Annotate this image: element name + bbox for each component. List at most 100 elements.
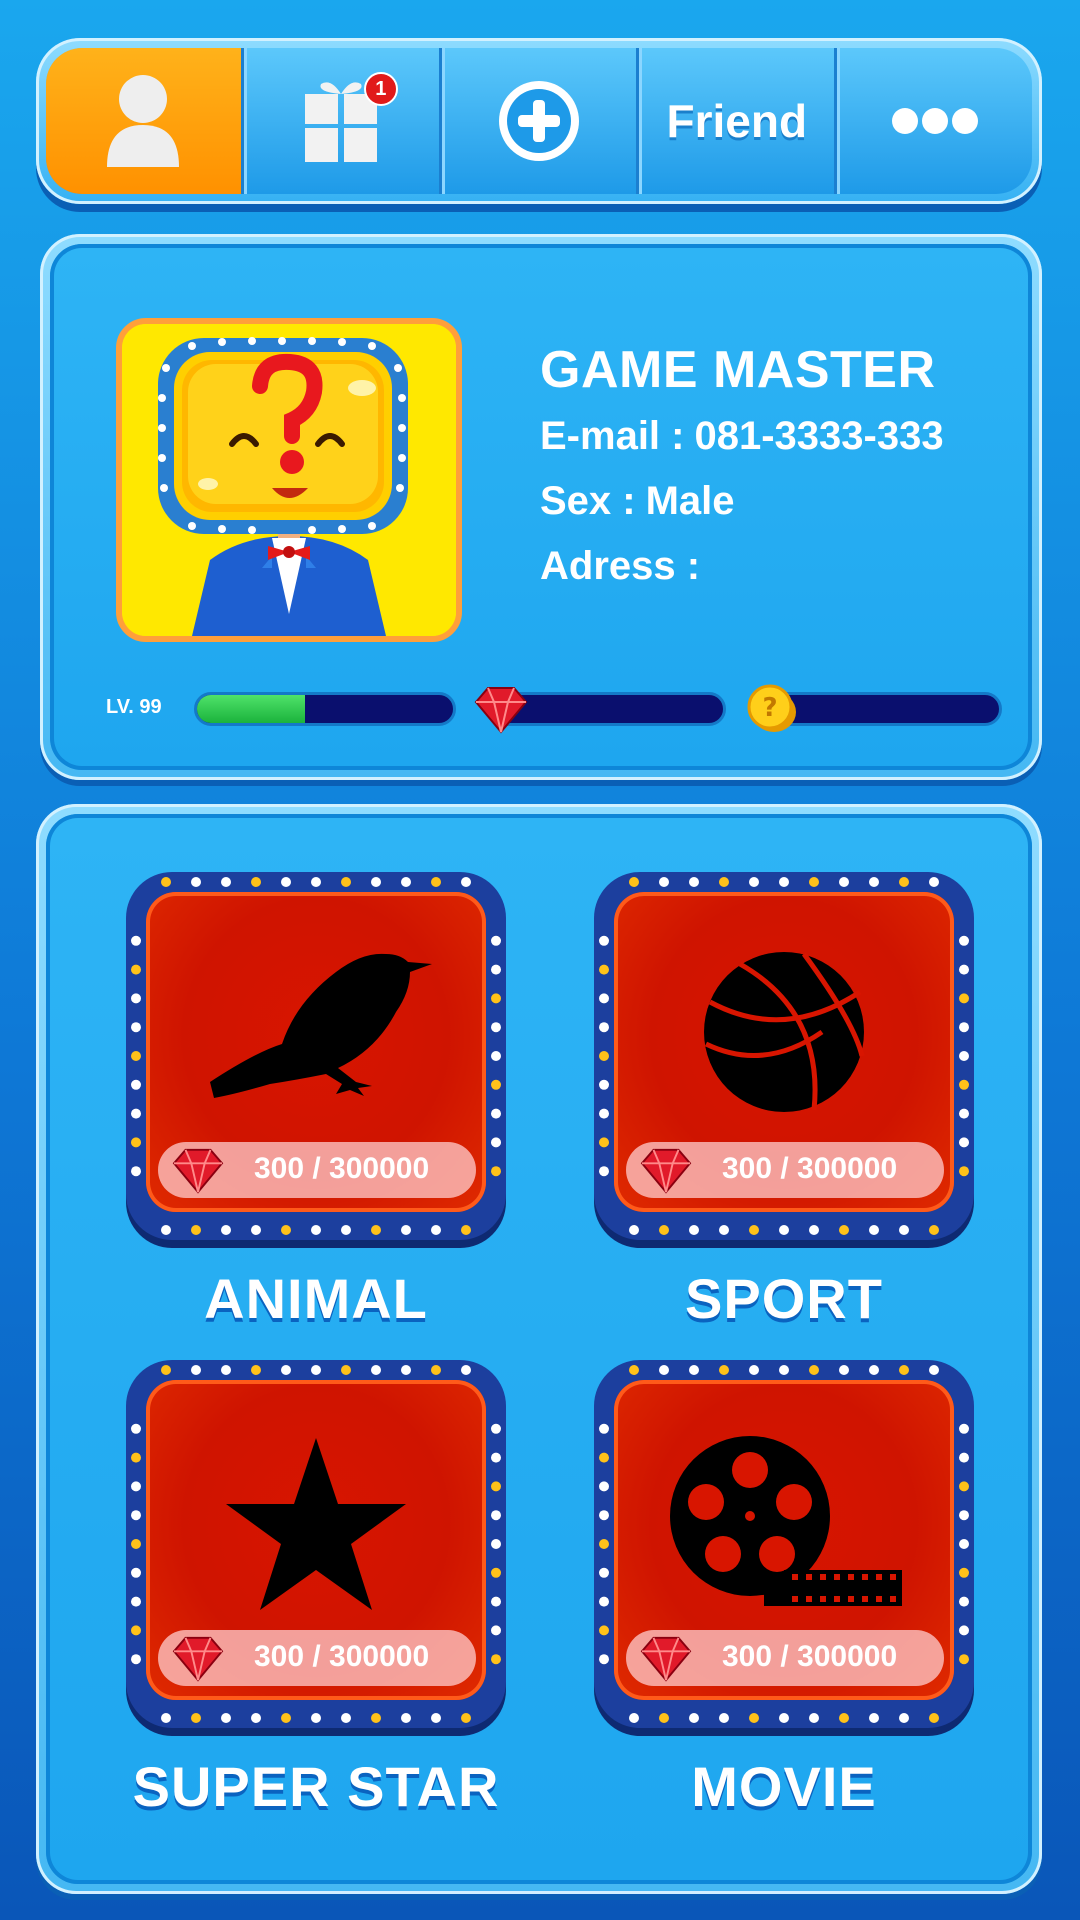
marquee-light [929,877,939,887]
marquee-light [659,1225,669,1235]
marquee-light [131,964,141,975]
category-name: MOVIE [691,1755,877,1818]
category-card-face: 300 / 300000 [146,892,486,1212]
marquee-light [599,1423,609,1434]
marquee-light [131,1625,141,1636]
marquee-light [749,1713,759,1723]
gem-icon [640,1636,692,1682]
more-dots-icon [891,108,978,134]
marquee-light [401,877,411,887]
marquee-light [599,993,609,1004]
marquee-light [689,1713,699,1723]
category-name: ANIMAL [204,1267,428,1330]
address-row: Adress : [540,544,944,589]
marquee-light [161,1713,171,1723]
marquee-light [131,1079,141,1090]
marquee-light [491,1625,501,1636]
marquee-light [191,1365,201,1375]
marquee-light [959,1166,969,1177]
marquee-light [959,1108,969,1119]
level-label: LV. 99 [106,696,162,718]
marquee-light [251,1713,261,1723]
marquee-light [959,1567,969,1578]
address-label: Adress : [540,544,701,588]
tab-friend-label: Friend [666,95,808,147]
marquee-light [599,1022,609,1033]
marquee-light [719,877,729,887]
marquee-light [809,877,819,887]
category-card-super-star[interactable]: 300 / 300000 [126,1360,506,1728]
marquee-light [131,1166,141,1177]
marquee-light [371,1713,381,1723]
marquee-light [629,877,639,887]
marquee-light [311,877,321,887]
marquee-light [491,1654,501,1665]
marquee-light [131,1022,141,1033]
marquee-light [869,1713,879,1723]
category-card-animal[interactable]: 300 / 300000 [126,872,506,1240]
marquee-light [869,1225,879,1235]
marquee-light [959,1539,969,1549]
marquee-light [281,1225,291,1235]
marquee-light [959,1137,969,1148]
gem-icon [172,1636,224,1682]
marquee-light [599,1452,609,1463]
marquee-light [629,1365,639,1375]
marquee-light [719,1713,729,1723]
marquee-light [779,877,789,887]
gem-icon [640,1148,692,1194]
marquee-light [959,1452,969,1463]
marquee-light [959,1596,969,1607]
category-card-sport[interactable]: 300 / 300000 [594,872,974,1240]
marquee-light [491,1051,501,1061]
marquee-light [131,1567,141,1578]
category-progress: 300 / 300000 [626,1630,944,1686]
marquee-light [371,1225,381,1235]
marquee-light [431,877,441,887]
tab-gifts[interactable]: 1 [240,48,439,194]
marquee-light [131,993,141,1004]
marquee-light [251,877,261,887]
marquee-light [131,1108,141,1119]
marquee-light [599,935,609,946]
marquee-light [491,1539,501,1549]
marquee-light [491,964,501,975]
marquee-light [659,877,669,887]
category-progress-text: 300 / 300000 [254,1640,430,1673]
marquee-light [599,1539,609,1549]
tab-add[interactable] [438,48,637,194]
sex-label: Sex : [540,479,636,523]
marquee-light [131,1539,141,1549]
tab-more[interactable] [834,48,1032,194]
marquee-light [491,1108,501,1119]
star-icon [226,1438,406,1610]
category-card-movie[interactable]: 300 / 300000 [594,1360,974,1728]
marquee-light [251,1225,261,1235]
marquee-light [491,1481,501,1492]
category-sport: 300 / 300000 SPORT [594,872,974,1331]
category-progress: 300 / 300000 [626,1142,944,1198]
category-progress-text: 300 / 300000 [722,1640,898,1673]
marquee-light [959,964,969,975]
avatar[interactable] [116,318,462,642]
category-movie: 300 / 300000 MOVIE [594,1360,974,1819]
marquee-light [461,877,471,887]
marquee-light [191,1225,201,1235]
marquee-light [311,1713,321,1723]
marquee-light [311,1365,321,1375]
category-grid: 300 / 300000 ANIMAL 300 / 300000 SPORT 3… [46,814,1032,1884]
marquee-light [131,1137,141,1148]
marquee-light [461,1713,471,1723]
marquee-light [959,1051,969,1061]
marquee-light [491,1596,501,1607]
marquee-light [251,1365,261,1375]
marquee-light [491,1423,501,1434]
marquee-light [839,1713,849,1723]
top-nav-tabs: 1 Friend [46,48,1032,194]
marquee-light [161,877,171,887]
marquee-light [221,1225,231,1235]
marquee-light [749,1225,759,1235]
marquee-light [719,1365,729,1375]
tab-friend[interactable]: Friend [636,48,834,194]
tab-profile[interactable] [46,48,241,194]
